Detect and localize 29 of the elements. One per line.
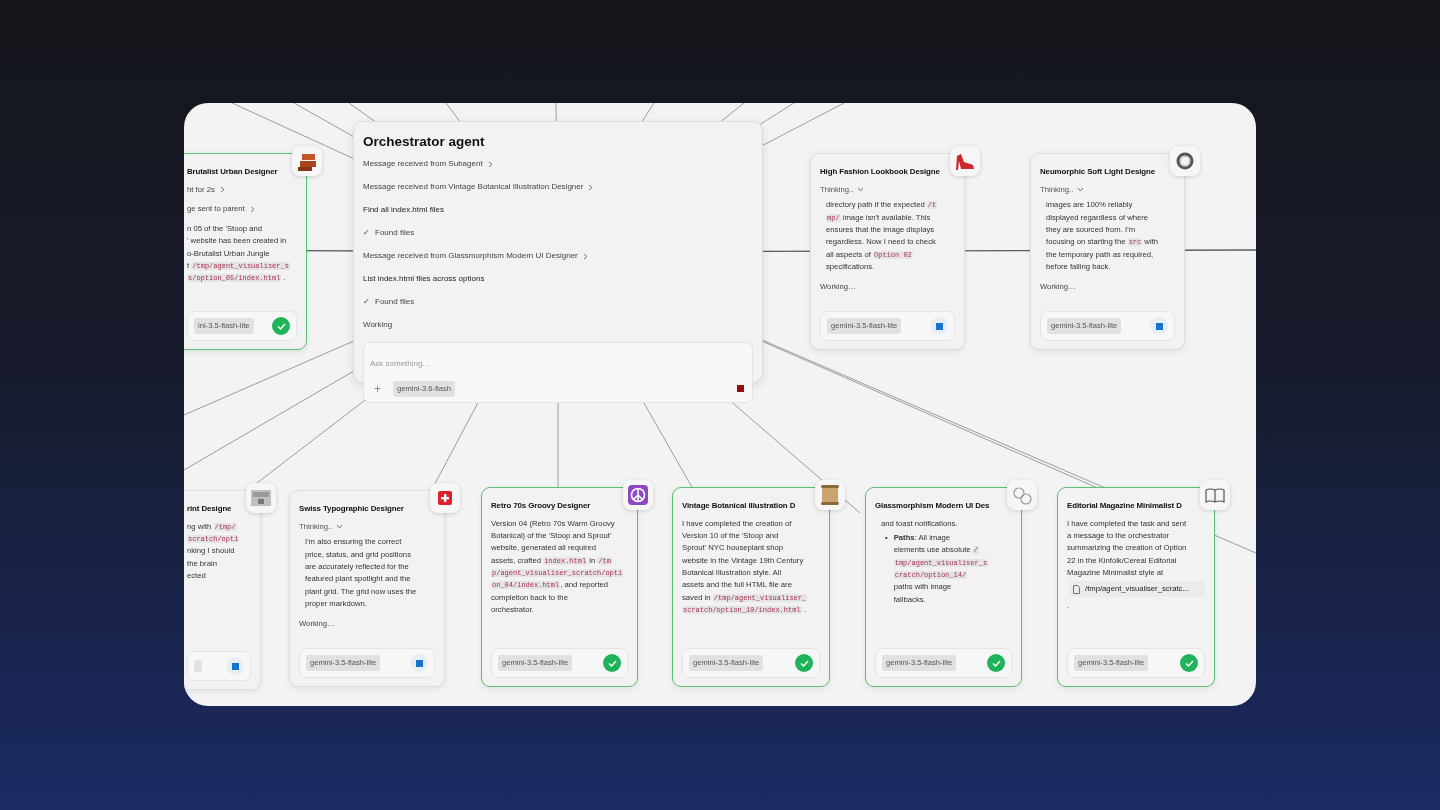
panel-title: Orchestrator agent [363,133,486,151]
message-link[interactable]: Message received from Subagent [363,158,483,171]
chevron-right-icon [249,205,255,213]
chevron-right-icon [582,252,588,260]
message-link[interactable]: Message received from Vintage Botanical Illustration Designer [363,181,584,194]
result-label: Found files [375,227,415,240]
stop-button[interactable] [226,657,244,675]
message-link[interactable]: Message received from Glassmorphism Modern UI Designer [363,250,578,263]
stop-button[interactable] [930,317,948,335]
result-label: Found files [375,296,415,309]
stop-button[interactable] [734,382,746,395]
bricks-icon [298,151,316,171]
scroll-icon [821,485,839,505]
check-mark: ✓ [363,227,370,240]
task-label: List index.html files across options [363,273,485,286]
stop-button[interactable] [1150,317,1168,335]
message-input[interactable]: Ask something... [370,358,746,371]
swiss-flag-icon [438,491,452,505]
chevron-right-icon [219,186,225,194]
ring-icon [1176,152,1194,170]
file-icon [1073,584,1080,594]
status-text: Working [363,319,393,332]
check-mark: ✓ [363,296,370,309]
framed-image-icon [251,490,271,506]
open-book-icon [1205,487,1225,503]
chevron-right-icon [588,183,594,191]
task-label: Find all index.html files [363,204,444,217]
chevron-right-icon [487,160,493,168]
stop-button[interactable] [410,654,428,672]
